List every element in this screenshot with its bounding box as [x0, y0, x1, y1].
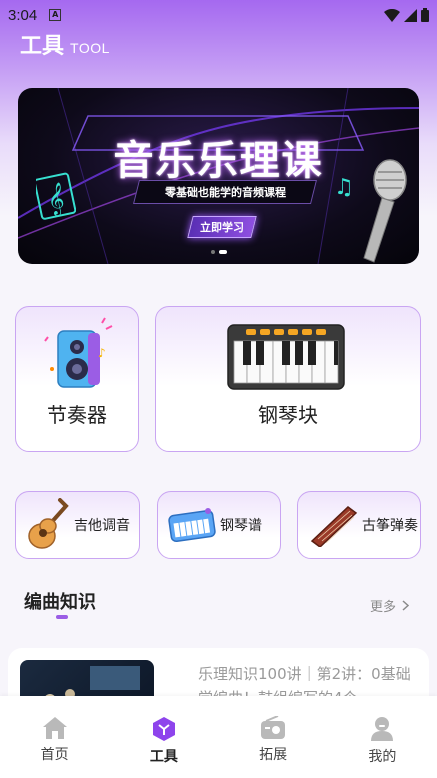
learn-now-label: 立即学习	[200, 221, 244, 234]
svg-text:𝄞: 𝄞	[48, 182, 65, 216]
carousel-indicator	[18, 250, 419, 254]
status-bar: 3:04 A	[0, 0, 437, 30]
learn-now-button[interactable]: 立即学习	[187, 216, 257, 238]
tab-extend-label: 拓展	[259, 747, 288, 763]
battery-icon	[421, 8, 429, 22]
carousel-dot[interactable]	[210, 250, 215, 254]
promo-banner[interactable]: 音乐乐理课 零基础也能学的音频课程 立即学习 𝄞 ♫	[18, 88, 419, 264]
metronome-label: 节奏器	[47, 403, 107, 427]
guitar-tuner-card[interactable]: 吉他调音	[15, 491, 140, 559]
status-icons	[384, 8, 429, 22]
page-title: 工具	[20, 34, 65, 59]
section-header: 编曲知识	[24, 588, 96, 619]
wifi-icon	[384, 8, 400, 22]
signal-icon	[404, 8, 417, 22]
profile-icon	[371, 717, 394, 741]
metronome-card[interactable]: ♪ 节奏器	[15, 306, 139, 452]
more-label: 更多	[370, 600, 397, 615]
speaker-icon: ♪	[44, 317, 113, 388]
tab-home-label: 首页	[40, 747, 69, 763]
home-icon	[42, 717, 67, 739]
svg-text:♪: ♪	[98, 346, 106, 360]
section-title: 编曲知识	[24, 592, 96, 613]
tab-tools-label: 工具	[149, 749, 178, 765]
guitar-icon	[28, 498, 69, 549]
carousel-dot-active[interactable]	[218, 250, 227, 254]
piano-sheet-label: 钢琴谱	[220, 518, 262, 534]
radio-icon	[261, 716, 286, 739]
tab-tools[interactable]: 工具	[109, 696, 218, 778]
more-link[interactable]: 更多	[370, 596, 410, 615]
tab-mine-label: 我的	[368, 749, 397, 765]
piano-tiles-card[interactable]: 钢琴块	[155, 306, 421, 452]
mini-keyboard-icon	[168, 508, 216, 543]
bottom-tab-bar: 首页 工具 拓展 我的	[0, 696, 437, 778]
tab-home[interactable]: 首页	[0, 696, 109, 778]
guzheng-card[interactable]: 古筝弹奏	[297, 491, 421, 559]
guzheng-label: 古筝弹奏	[362, 518, 418, 534]
section-underline	[56, 615, 68, 619]
chevron-right-icon	[402, 600, 410, 611]
banner-subtitle: 零基础也能学的音频课程	[164, 186, 286, 199]
page-header: 工具 TOOL	[20, 28, 110, 60]
keyboard-icon	[227, 324, 345, 390]
notification-icon: A	[49, 9, 62, 21]
tab-mine[interactable]: 我的	[328, 696, 437, 778]
guitar-tuner-label: 吉他调音	[74, 518, 130, 534]
piano-sheet-card[interactable]: 钢琴谱	[157, 491, 281, 559]
tool-cube-icon	[152, 717, 175, 741]
tab-extend[interactable]: 拓展	[219, 696, 328, 778]
page-subtitle: TOOL	[70, 40, 110, 56]
status-time: 3:04	[8, 6, 38, 24]
piano-tiles-label: 钢琴块	[258, 403, 318, 427]
guzheng-icon	[310, 506, 358, 547]
banner-subtitle-box: 零基础也能学的音频课程	[133, 180, 317, 204]
microphone-icon	[363, 159, 407, 263]
treble-clef-icon: 𝄞	[36, 172, 76, 220]
